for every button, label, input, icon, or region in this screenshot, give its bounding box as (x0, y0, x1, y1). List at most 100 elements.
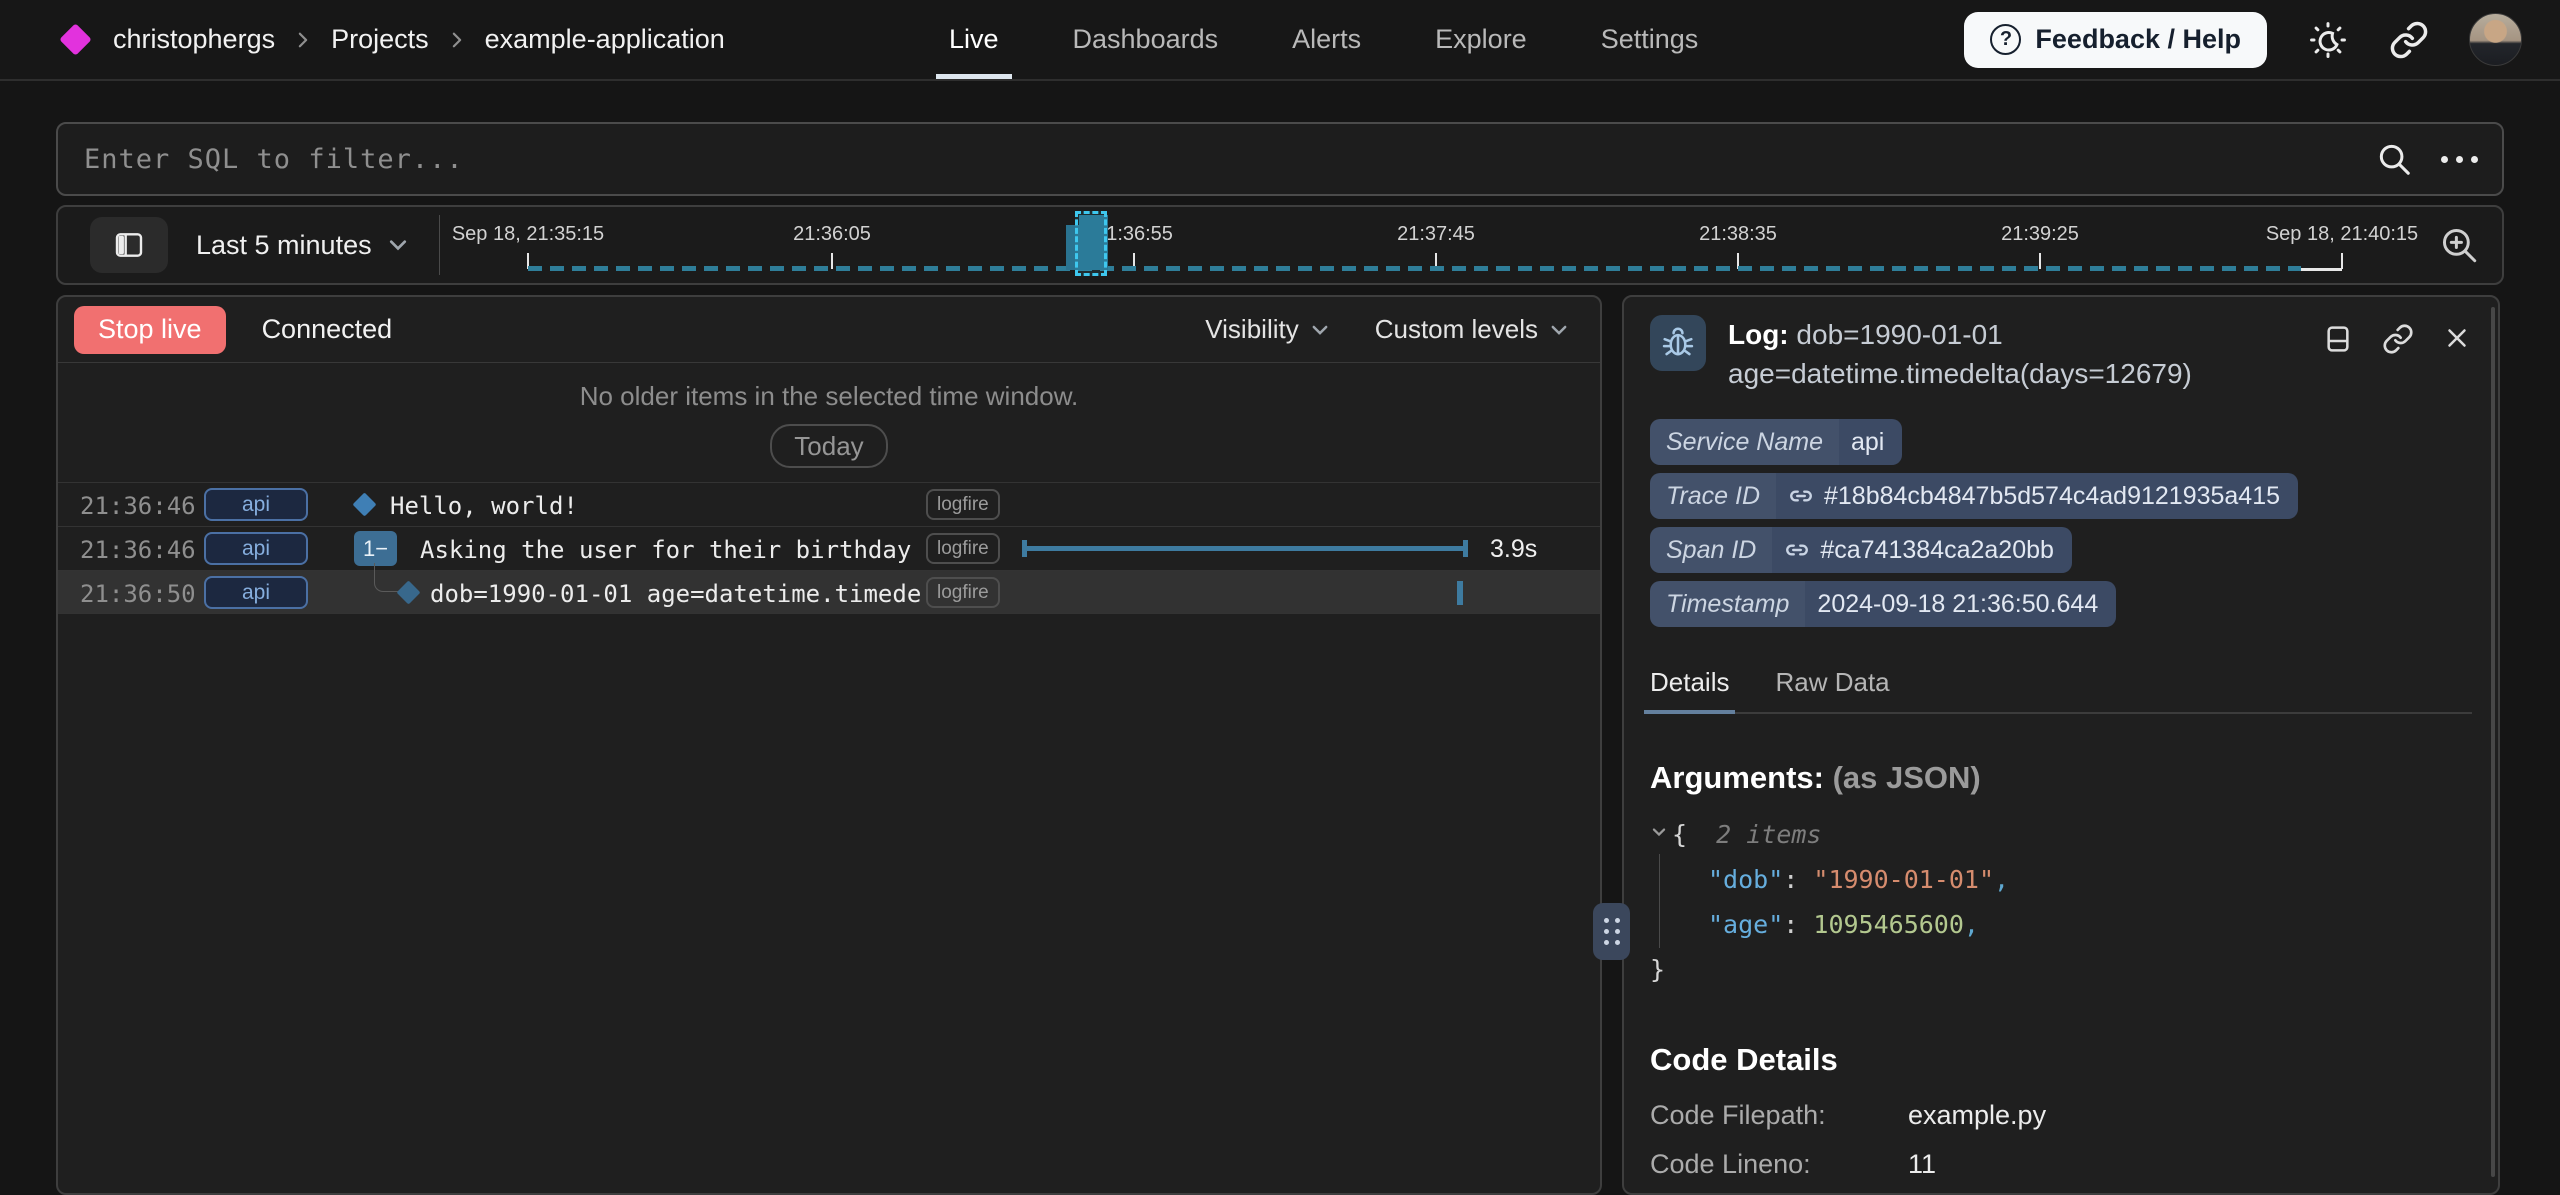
tab-alerts[interactable]: Alerts (1255, 0, 1398, 79)
timeline[interactable]: Sep 18, 21:35:15 21:36:05 21:36:55 21:37… (458, 207, 2396, 283)
log-level-icon-box (1650, 315, 1706, 371)
sidebar-toggle-button[interactable] (90, 217, 168, 273)
time-range-label: Last 5 minutes (196, 230, 372, 261)
log-time: 21:36:50 (80, 580, 196, 608)
user-avatar[interactable] (2469, 13, 2522, 66)
span-duration-bar (1022, 546, 1468, 551)
more-options-icon[interactable] (2441, 156, 2478, 163)
visibility-label: Visibility (1205, 314, 1298, 345)
timeline-selection[interactable] (1075, 211, 1107, 276)
detail-tabs: Details Raw Data (1650, 667, 2472, 714)
chevron-right-icon (447, 30, 467, 50)
scope-tag: logfire (926, 577, 1000, 608)
link-icon (1784, 537, 1810, 563)
bug-icon (1659, 324, 1697, 362)
tree-connector (374, 563, 400, 592)
custom-levels-label: Custom levels (1375, 314, 1538, 345)
log-diamond-icon (352, 492, 376, 516)
log-detail-panel: Log: dob=1990-01-01 age=datetime.timedel… (1622, 295, 2500, 1195)
tab-details[interactable]: Details (1650, 667, 1729, 712)
chevron-down-icon (1548, 319, 1570, 341)
log-message: Asking the user for their birthday (420, 536, 911, 564)
log-row[interactable]: 21:36:46 api Hello, world! logfire (58, 482, 1600, 526)
scope-tag: logfire (926, 533, 1000, 564)
attribute-label: Timestamp (1650, 581, 1805, 627)
grip-dots-icon (1604, 918, 1620, 945)
tab-explore[interactable]: Explore (1398, 0, 1564, 79)
panel-left-icon (113, 230, 145, 260)
tab-raw-data[interactable]: Raw Data (1775, 667, 1889, 712)
timeline-tick: Sep 18, 21:40:15 (2266, 223, 2418, 246)
log-time: 21:36:46 (80, 492, 196, 520)
timeline-zoom-button[interactable] (2432, 223, 2486, 267)
time-range-dropdown[interactable]: Last 5 minutes (196, 207, 410, 283)
scrollbar[interactable] (2491, 307, 2495, 1177)
tab-dashboards[interactable]: Dashboards (1036, 0, 1256, 79)
attribute-value: #ca741384ca2a20bb (1772, 536, 2072, 565)
attribute-trace-id[interactable]: Trace ID #18b84cb4847b5d574c4ad9121935a4… (1650, 473, 2298, 519)
theme-toggle-button[interactable] (2307, 19, 2349, 61)
logfire-logo-icon[interactable] (59, 23, 92, 56)
visibility-dropdown[interactable]: Visibility (1205, 314, 1330, 345)
attribute-span-id[interactable]: Span ID #ca741384ca2a20bb (1650, 527, 2072, 573)
close-icon[interactable] (2442, 323, 2472, 393)
search-icon[interactable] (2375, 140, 2413, 178)
divider (439, 215, 440, 275)
share-link-button[interactable] (2389, 20, 2429, 60)
nav-right-actions: ? Feedback / Help (1964, 0, 2522, 79)
tab-live[interactable]: Live (912, 0, 1036, 79)
attribute-value: api (1839, 428, 1902, 457)
code-details: Code Filepath: example.py Code Lineno: 1… (1650, 1100, 2472, 1180)
feedback-help-button[interactable]: ? Feedback / Help (1964, 12, 2267, 68)
help-icon: ? (1990, 24, 2021, 55)
attribute-timestamp[interactable]: Timestamp 2024-09-18 21:36:50.644 (1650, 581, 2116, 627)
detail-title-prefix: Log: (1728, 319, 1789, 350)
log-row[interactable]: 21:36:46 api 1− Asking the user for thei… (58, 526, 1600, 570)
timeline-tick: 21:36:05 (793, 223, 871, 246)
timeline-tick: Sep 18, 21:35:15 (452, 223, 604, 246)
attribute-service-name[interactable]: Service Name api (1650, 419, 1902, 465)
panel-resize-handle[interactable] (1593, 903, 1630, 960)
detail-title-text: dob=1990-01-01 age=datetime.timedelta(da… (1728, 319, 2192, 389)
chevron-down-icon (1309, 319, 1331, 341)
service-pill[interactable]: api (204, 576, 308, 609)
code-filepath-value: example.py (1908, 1100, 2472, 1131)
json-entry: "age": 1095465600, (1650, 902, 2472, 947)
live-panel-header: Stop live Connected Visibility Custom le… (58, 297, 1600, 363)
custom-levels-dropdown[interactable]: Custom levels (1375, 314, 1570, 345)
collapse-chevron-icon[interactable] (1650, 823, 1668, 841)
service-pill[interactable]: api (204, 488, 308, 521)
timeline-tick: 21:39:25 (2001, 223, 2079, 246)
detail-title: Log: dob=1990-01-01 age=datetime.timedel… (1728, 315, 2288, 393)
code-lineno-value: 11 (1908, 1149, 2472, 1180)
json-guide-line (1659, 854, 1660, 948)
feedback-help-label: Feedback / Help (2035, 24, 2241, 55)
breadcrumb: christophergs Projects example-applicati… (56, 0, 725, 79)
breadcrumb-org[interactable]: christophergs (113, 24, 275, 55)
breadcrumb-section[interactable]: Projects (331, 24, 429, 55)
dock-panel-icon[interactable] (2322, 323, 2354, 393)
attribute-label: Span ID (1650, 527, 1772, 573)
collapse-children-badge[interactable]: 1− (354, 531, 397, 566)
stop-live-button[interactable]: Stop live (74, 306, 226, 354)
scope-tag: logfire (926, 489, 1000, 520)
zoom-in-icon (2438, 224, 2480, 266)
live-log-panel: Stop live Connected Visibility Custom le… (56, 295, 1602, 1195)
link-icon (2389, 20, 2429, 60)
sun-moon-icon (2307, 19, 2349, 61)
connection-status: Connected (262, 314, 393, 345)
breadcrumb-project[interactable]: example-application (485, 24, 725, 55)
chevron-down-icon (386, 233, 410, 257)
attribute-value: 2024-09-18 21:36:50.644 (1805, 590, 2116, 619)
sql-filter-bar (56, 122, 2504, 196)
today-button[interactable]: Today (770, 424, 887, 468)
timeline-tick: 21:37:45 (1397, 223, 1475, 246)
log-row-selected[interactable]: 21:36:50 api dob=1990-01-01 age=datetime… (58, 570, 1600, 614)
json-items-count: 2 items (1716, 820, 1821, 849)
sql-filter-input[interactable] (82, 143, 2375, 176)
attribute-label: Trace ID (1650, 473, 1776, 519)
top-navbar: christophergs Projects example-applicati… (0, 0, 2560, 81)
copy-link-icon[interactable] (2382, 323, 2414, 393)
tab-settings[interactable]: Settings (1564, 0, 1736, 79)
service-pill[interactable]: api (204, 532, 308, 565)
